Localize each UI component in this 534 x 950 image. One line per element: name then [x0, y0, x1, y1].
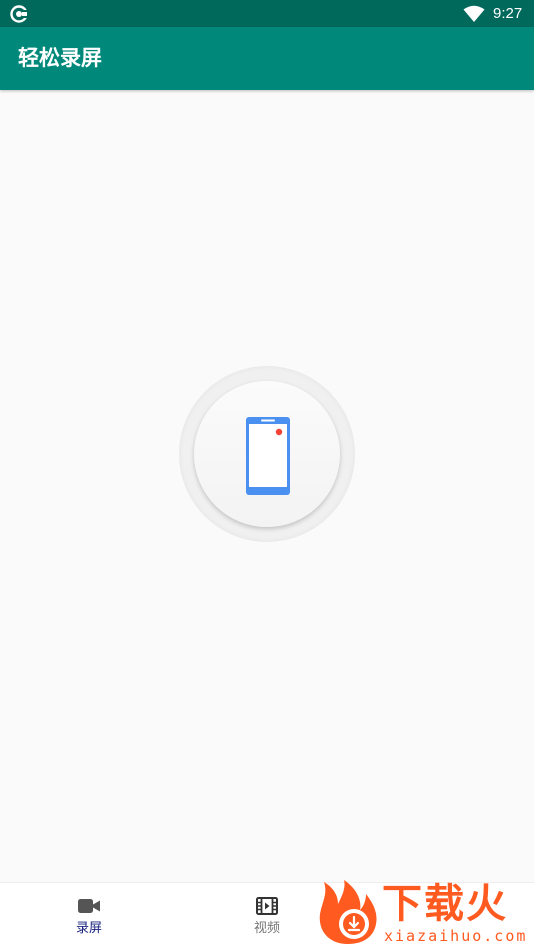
nav-tab-record-label: 录屏 — [75, 921, 102, 936]
page-title: 轻松录屏 — [18, 46, 102, 70]
status-time: 9:27 — [493, 5, 523, 22]
app-bar: 轻松录屏 — [0, 27, 534, 90]
nav-tab-videos-label: 视频 — [253, 921, 280, 936]
flame-logo-icon — [319, 880, 377, 944]
status-bar: 9:27 — [0, 0, 534, 27]
wifi-full-icon — [463, 5, 485, 22]
start-record-button[interactable] — [179, 366, 355, 542]
watermark-text: 下载火 — [382, 881, 508, 927]
nav-tab-record[interactable]: 录屏 — [44, 883, 134, 950]
screen-record-notification-icon — [10, 5, 29, 23]
film-strip-icon — [256, 897, 278, 915]
nav-tab-videos[interactable]: 视频 — [222, 883, 312, 950]
phone-recording-icon — [246, 417, 290, 495]
watermark: 下载火 xiazaihuo.com — [316, 878, 534, 949]
record-button-face[interactable] — [194, 381, 340, 527]
video-camera-icon — [78, 899, 100, 913]
watermark-subtext: xiazaihuo.com — [384, 927, 528, 945]
